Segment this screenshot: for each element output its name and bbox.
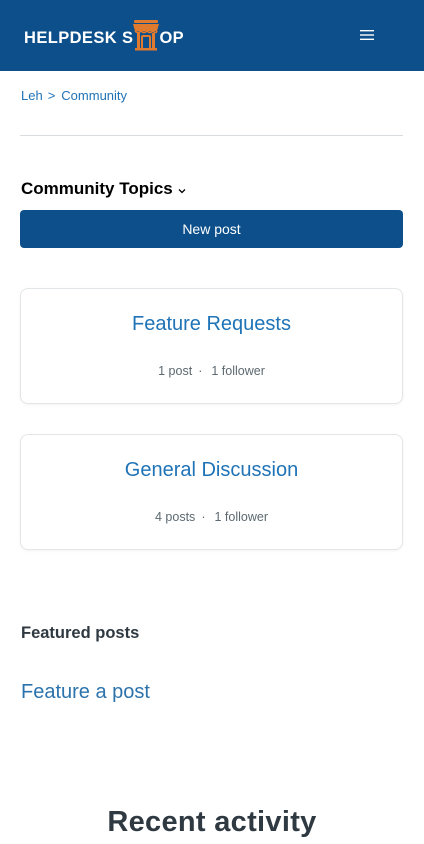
topic-meta: 4 posts · 1 follower	[21, 510, 402, 524]
divider	[20, 135, 403, 136]
breadcrumb-item-home[interactable]: Leh	[21, 88, 43, 103]
chevron-down-icon	[178, 188, 186, 193]
breadcrumb-item-community[interactable]: Community	[61, 88, 127, 103]
topic-post-count: 1 post	[158, 364, 193, 378]
community-topics-title: Community Topics	[21, 179, 173, 198]
site-header: HELPDESK S OP	[0, 0, 424, 71]
meta-separator: ·	[201, 510, 206, 524]
new-post-button[interactable]: New post	[20, 210, 403, 248]
hamburger-menu-button[interactable]	[356, 26, 378, 44]
topic-post-count: 4 posts	[155, 510, 196, 524]
recent-activity-heading: Recent activity	[107, 806, 317, 838]
topic-title[interactable]: General Discussion	[21, 459, 402, 482]
topic-card[interactable]: General Discussion 4 posts · 1 follower	[20, 434, 403, 550]
hamburger-menu-icon	[360, 30, 374, 40]
topic-title[interactable]: Feature Requests	[21, 313, 402, 336]
logo-text-right: OP	[159, 28, 185, 47]
breadcrumb-separator: >	[47, 88, 56, 103]
logo-text-left: HELPDESK S	[24, 28, 134, 47]
shop-awning-icon	[133, 20, 160, 51]
topic-meta: 1 post · 1 follower	[21, 364, 402, 378]
topic-card[interactable]: Feature Requests 1 post · 1 follower	[20, 288, 403, 404]
logo[interactable]: HELPDESK S OP	[24, 18, 184, 52]
breadcrumb: Leh > Community	[21, 88, 127, 103]
featured-posts-heading: Featured posts	[21, 624, 140, 642]
meta-separator: ·	[198, 364, 203, 378]
topic-follower-count: 1 follower	[214, 510, 268, 524]
feature-a-post-link[interactable]: Feature a post	[21, 681, 150, 704]
community-topics-dropdown[interactable]: Community Topics	[21, 179, 186, 199]
topic-follower-count: 1 follower	[211, 364, 265, 378]
